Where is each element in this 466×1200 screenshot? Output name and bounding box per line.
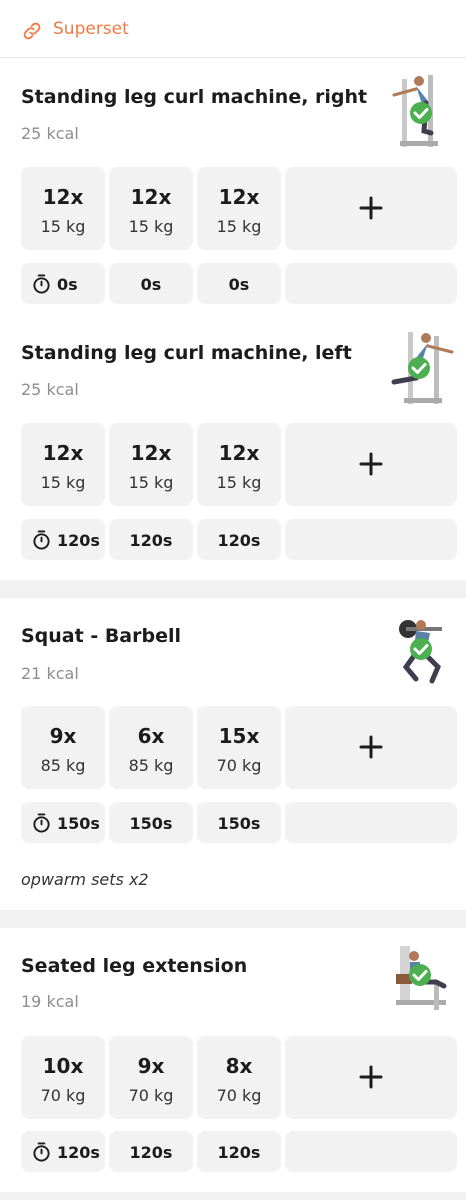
set-tile[interactable]: 12x 15 kg (197, 167, 281, 250)
set-reps: 12x (130, 441, 172, 465)
set-weight: 70 kg (216, 756, 262, 775)
set-weight: 15 kg (216, 217, 262, 236)
add-set-button[interactable] (285, 423, 457, 506)
set-tile[interactable]: 6x 85 kg (109, 706, 193, 789)
set-reps: 6x (137, 724, 165, 748)
add-set-button[interactable] (285, 706, 457, 789)
rest-empty-tile (285, 802, 457, 843)
set-tile[interactable]: 12x 15 kg (21, 423, 105, 506)
rest-tile[interactable]: 150s (109, 802, 193, 843)
rest-tile[interactable]: 120s (197, 519, 281, 560)
exercise-figure-completed[interactable] (386, 328, 458, 406)
add-set-button[interactable] (285, 1036, 457, 1119)
set-tile[interactable]: 12x 15 kg (197, 423, 281, 506)
stopwatch-icon (33, 1142, 50, 1162)
rest-duration: 120s (57, 531, 100, 550)
set-weight: 15 kg (40, 473, 86, 492)
stopwatch-icon (33, 813, 50, 833)
exercise-kcal: 25 kcal (21, 124, 79, 143)
rest-timer-tile[interactable]: 120s (21, 519, 105, 560)
set-weight: 70 kg (40, 1086, 86, 1105)
rest-duration: 0s (140, 275, 162, 294)
exercise-note[interactable]: opwarm sets x2 (21, 870, 149, 889)
exercise-figure-completed[interactable] (386, 940, 458, 1018)
stopwatch-icon (33, 530, 50, 550)
rest-empty-tile (285, 519, 457, 560)
set-reps: 9x (137, 1054, 165, 1078)
set-weight: 85 kg (128, 756, 174, 775)
set-reps: 9x (49, 724, 77, 748)
set-reps: 12x (42, 185, 84, 209)
rest-tile[interactable]: 120s (109, 1131, 193, 1172)
exercise-kcal: 19 kcal (21, 992, 79, 1011)
set-tile[interactable]: 12x 15 kg (109, 167, 193, 250)
plus-icon (359, 1065, 383, 1089)
set-tile[interactable]: 10x 70 kg (21, 1036, 105, 1119)
set-tile[interactable]: 9x 85 kg (21, 706, 105, 789)
set-weight: 85 kg (40, 756, 86, 775)
exercise-card: Squat - Barbell 21 kcal 9x 85 kg 6x 85 k… (0, 598, 466, 910)
rest-timer-tile[interactable]: 120s (21, 1131, 105, 1172)
rest-duration: 120s (57, 1143, 100, 1162)
exercise-figure-completed[interactable] (386, 613, 458, 691)
rest-timer-tile[interactable]: 0s (21, 263, 105, 304)
exercise-title[interactable]: Standing leg curl machine, left (21, 342, 352, 364)
rest-duration: 120s (129, 1143, 173, 1162)
set-weight: 70 kg (128, 1086, 174, 1105)
exercise-title[interactable]: Standing leg curl machine, right (21, 86, 367, 108)
set-weight: 15 kg (40, 217, 86, 236)
rest-empty-tile (285, 1131, 457, 1172)
rest-empty-tile (285, 263, 457, 304)
exercise-title[interactable]: Squat - Barbell (21, 625, 181, 647)
stopwatch-icon (33, 274, 50, 294)
rest-tile[interactable]: 150s (197, 802, 281, 843)
set-reps: 15x (218, 724, 260, 748)
set-weight: 15 kg (216, 473, 262, 492)
set-reps: 12x (130, 185, 172, 209)
set-reps: 10x (42, 1054, 84, 1078)
rest-tile[interactable]: 120s (197, 1131, 281, 1172)
set-tile[interactable]: 15x 70 kg (197, 706, 281, 789)
exercise-card: Seated leg extension 19 kcal 10x 70 kg 9… (0, 928, 466, 1192)
rest-tile[interactable]: 0s (197, 263, 281, 304)
plus-icon (359, 196, 383, 220)
plus-icon (359, 452, 383, 476)
set-weight: 15 kg (128, 217, 174, 236)
plus-icon (359, 735, 383, 759)
set-reps: 12x (218, 185, 260, 209)
set-reps: 8x (225, 1054, 253, 1078)
set-tile[interactable]: 12x 15 kg (21, 167, 105, 250)
rest-tile[interactable]: 0s (109, 263, 193, 304)
set-tile[interactable]: 12x 15 kg (109, 423, 193, 506)
exercise-kcal: 25 kcal (21, 380, 79, 399)
set-weight: 70 kg (216, 1086, 262, 1105)
link-icon (23, 22, 41, 40)
exercise-kcal: 21 kcal (21, 664, 79, 683)
rest-duration: 120s (217, 531, 261, 550)
set-reps: 12x (42, 441, 84, 465)
superset-card: Superset Standing leg curl machine, righ… (0, 0, 466, 580)
set-reps: 12x (218, 441, 260, 465)
rest-duration: 150s (129, 814, 173, 833)
rest-duration: 150s (57, 814, 100, 833)
rest-duration: 120s (217, 1143, 261, 1162)
rest-tile[interactable]: 120s (109, 519, 193, 560)
rest-duration: 0s (228, 275, 250, 294)
set-tile[interactable]: 9x 70 kg (109, 1036, 193, 1119)
exercise-title[interactable]: Seated leg extension (21, 955, 247, 977)
exercise-figure-completed[interactable] (386, 71, 458, 149)
superset-label: Superset (53, 19, 129, 39)
set-weight: 15 kg (128, 473, 174, 492)
rest-duration: 0s (57, 275, 78, 294)
add-set-button[interactable] (285, 167, 457, 250)
superset-header[interactable]: Superset (0, 0, 466, 58)
set-tile[interactable]: 8x 70 kg (197, 1036, 281, 1119)
rest-duration: 150s (217, 814, 261, 833)
rest-duration: 120s (129, 531, 173, 550)
rest-timer-tile[interactable]: 150s (21, 802, 105, 843)
